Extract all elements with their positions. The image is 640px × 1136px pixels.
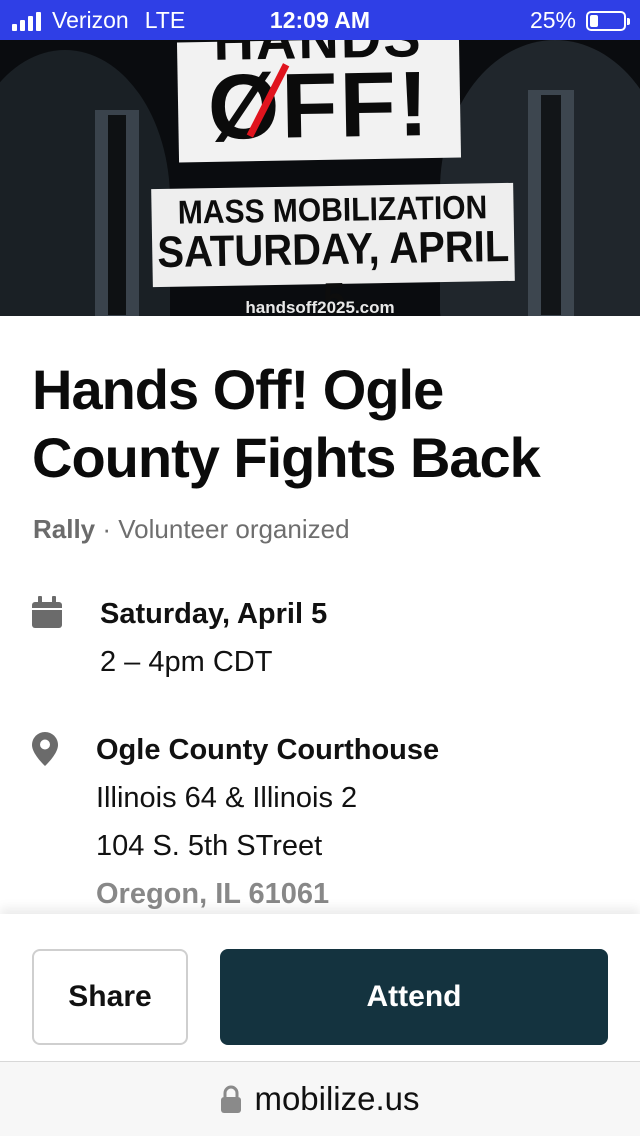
tie-right <box>541 95 561 315</box>
event-time: 2 – 4pm CDT <box>100 646 273 678</box>
event-organizer: Volunteer organized <box>118 514 350 544</box>
status-right: 25% <box>529 7 630 34</box>
event-meta: Rally · Volunteer organized <box>33 514 350 545</box>
battery-fill <box>590 14 598 27</box>
lock-icon <box>221 1085 242 1113</box>
mobilization-banner: MASS MOBILIZATION SATURDAY, APRIL 5 <box>151 182 515 316</box>
share-button[interactable]: Share <box>32 949 188 1045</box>
map-pin-icon <box>32 732 58 766</box>
hands-off-sign: HANDS ØFF! <box>176 40 462 163</box>
person-left-silhouette <box>0 50 170 316</box>
battery-icon <box>586 10 630 31</box>
url-text: mobilize.us <box>254 1080 420 1117</box>
location-name[interactable]: Ogle County Courthouse <box>96 734 439 767</box>
address-line-3: Oregon, IL 61061 <box>96 878 330 910</box>
status-bar: Verizon LTE 12:09 AM 25% <box>0 0 640 40</box>
action-bar: Share Attend <box>0 914 640 1062</box>
calendar-icon <box>32 596 62 628</box>
hero-url: handsoff2025.com <box>245 298 395 316</box>
event-type: Rally <box>33 514 96 544</box>
off-text: ØFF! <box>206 53 432 159</box>
event-date: Saturday, April 5 <box>100 598 328 630</box>
address-line-2: 104 S. 5th STreet <box>96 830 323 862</box>
browser-url-bar[interactable]: mobilize.us <box>0 1062 640 1136</box>
tie-left <box>108 115 126 315</box>
event-title: Hands Off! Ogle County Fights Back <box>32 358 541 489</box>
event-hero-image: HANDS ØFF! MASS MOBILIZATION SATURDAY, A… <box>0 40 640 316</box>
battery-percent: 25% <box>529 7 576 33</box>
attend-button[interactable]: Attend <box>220 949 608 1045</box>
meta-separator: · <box>95 514 119 544</box>
address-line-1: Illinois 64 & Illinois 2 <box>96 782 358 814</box>
